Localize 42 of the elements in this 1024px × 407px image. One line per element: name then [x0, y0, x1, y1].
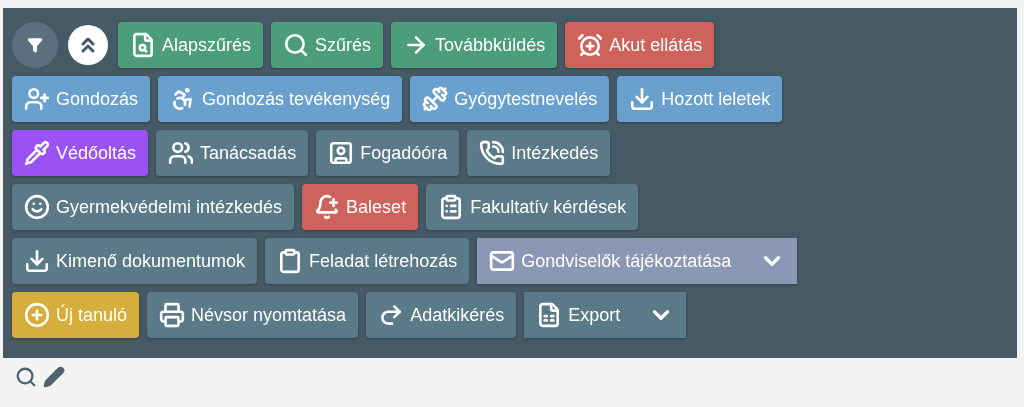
toolbar-button[interactable]: Gyermekvédelmi intézkedés [12, 184, 295, 230]
toolbar-button[interactable]: Védőoltás [12, 130, 149, 176]
user-card-icon [328, 140, 355, 166]
filter-button[interactable] [12, 22, 58, 68]
download-icon [629, 86, 656, 112]
collapse-button[interactable] [68, 25, 108, 65]
toolbar-button[interactable]: Továbbküldés [391, 22, 558, 68]
toolbar-button[interactable]: Akut ellátás [565, 22, 715, 68]
toolbar-button[interactable]: Feladat létrehozás [265, 238, 470, 284]
user-plus-icon [24, 86, 50, 112]
phone-call-icon [479, 140, 506, 166]
pipette-icon [24, 140, 50, 166]
search-icon [283, 32, 310, 58]
toolbar-button[interactable]: Baleset [302, 184, 419, 230]
alarm-clock-plus-icon [577, 32, 604, 58]
toolbar-button[interactable]: Adatkikérés [366, 292, 517, 338]
mail-icon [489, 248, 516, 274]
toolbar-button[interactable]: Intézkedés [467, 130, 611, 176]
toolbar-button[interactable]: Alapszűrés [118, 22, 264, 68]
toolbar-button[interactable]: Fakultatív kérdések [426, 184, 639, 230]
toolbar-button[interactable]: Gyógytestnevelés [410, 76, 610, 122]
toolbar-button[interactable]: Export [524, 292, 687, 338]
toolbar-button[interactable]: Hozott leletek [617, 76, 783, 122]
toolbar-button[interactable]: Névsor nyomtatása [147, 292, 359, 338]
users-icon [168, 140, 195, 166]
printer-icon [159, 302, 186, 328]
toolbar-button[interactable]: Gondozás tevékenység [158, 76, 403, 122]
pencil-icon[interactable] [43, 366, 65, 388]
bell-plus-icon [314, 194, 341, 220]
toolbar-button[interactable]: Kimenő dokumentumok [12, 238, 258, 284]
filter-icon [27, 37, 43, 53]
toolbar-button[interactable]: Gondozás [12, 76, 151, 122]
toolbar-button[interactable]: Szűrés [271, 22, 384, 68]
file-search-icon [130, 32, 156, 58]
toolbar-button[interactable]: Tanácsadás [156, 130, 309, 176]
dumbbell-icon [422, 86, 449, 112]
toolbar-button[interactable]: Gondviselők tájékoztatása [477, 238, 798, 284]
smile-icon [24, 194, 50, 220]
download-icon [24, 248, 50, 274]
toolbar-button[interactable]: Fogadóóra [316, 130, 460, 176]
search-icon[interactable] [15, 366, 37, 388]
plus-circle-icon [24, 302, 50, 328]
